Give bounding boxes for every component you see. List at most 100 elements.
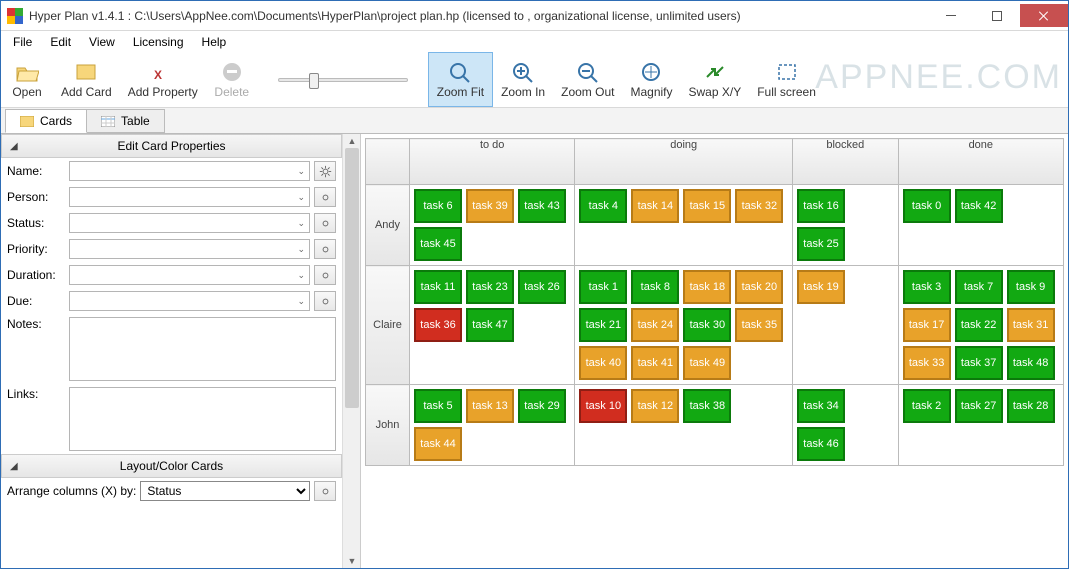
task-card[interactable]: task 3 — [903, 270, 951, 304]
task-card[interactable]: task 24 — [631, 308, 679, 342]
minimize-button[interactable] — [928, 4, 974, 27]
task-card[interactable]: task 29 — [518, 389, 566, 423]
task-card[interactable]: task 14 — [631, 189, 679, 223]
tab-table[interactable]: Table — [86, 109, 165, 133]
task-card[interactable]: task 25 — [797, 227, 845, 261]
task-card[interactable]: task 37 — [955, 346, 1003, 380]
task-card[interactable]: task 44 — [414, 427, 462, 461]
board-cell[interactable]: task 2task 27task 28 — [898, 385, 1063, 466]
task-card[interactable]: task 49 — [683, 346, 731, 380]
task-card[interactable]: task 27 — [955, 389, 1003, 423]
task-card[interactable]: task 20 — [735, 270, 783, 304]
zoom-in-button[interactable]: Zoom In — [493, 52, 553, 107]
board-cell[interactable]: task 3task 7task 9task 17task 22task 31t… — [898, 266, 1063, 385]
task-card[interactable]: task 13 — [466, 389, 514, 423]
column-header[interactable]: to do — [410, 139, 575, 185]
task-card[interactable]: task 31 — [1007, 308, 1055, 342]
scroll-down-icon[interactable]: ▼ — [343, 554, 361, 568]
task-card[interactable]: task 8 — [631, 270, 679, 304]
task-card[interactable]: task 21 — [579, 308, 627, 342]
status-combo[interactable]: ⌄ — [69, 213, 310, 233]
task-card[interactable]: task 1 — [579, 270, 627, 304]
zoom-fit-button[interactable]: Zoom Fit — [428, 52, 493, 107]
task-card[interactable]: task 47 — [466, 308, 514, 342]
task-card[interactable]: task 22 — [955, 308, 1003, 342]
status-settings[interactable] — [314, 213, 336, 233]
task-card[interactable]: task 45 — [414, 227, 462, 261]
arrange-columns-select[interactable]: Status — [140, 481, 310, 501]
task-card[interactable]: task 10 — [579, 389, 627, 423]
edit-card-header[interactable]: ◢ Edit Card Properties — [1, 134, 342, 158]
task-card[interactable]: task 7 — [955, 270, 1003, 304]
task-card[interactable]: task 0 — [903, 189, 951, 223]
task-card[interactable]: task 48 — [1007, 346, 1055, 380]
add-card-button[interactable]: Add Card — [53, 52, 120, 107]
links-field[interactable] — [69, 387, 336, 451]
zoom-out-button[interactable]: Zoom Out — [553, 52, 622, 107]
task-card[interactable]: task 12 — [631, 389, 679, 423]
close-button[interactable] — [1020, 4, 1068, 27]
task-card[interactable]: task 34 — [797, 389, 845, 423]
task-card[interactable]: task 46 — [797, 427, 845, 461]
menu-help[interactable]: Help — [194, 33, 235, 51]
board-cell[interactable]: task 4task 14task 15task 32 — [575, 185, 793, 266]
task-card[interactable]: task 19 — [797, 270, 845, 304]
column-header[interactable]: blocked — [793, 139, 899, 185]
task-card[interactable]: task 4 — [579, 189, 627, 223]
board-cell[interactable]: task 19 — [793, 266, 899, 385]
swap-xy-button[interactable]: Swap X/Y — [681, 52, 750, 107]
due-combo[interactable]: ⌄ — [69, 291, 310, 311]
duration-settings[interactable] — [314, 265, 336, 285]
scroll-thumb[interactable] — [345, 148, 359, 408]
duration-combo[interactable]: ⌄ — [69, 265, 310, 285]
row-header[interactable]: Claire — [366, 266, 410, 385]
task-card[interactable]: task 11 — [414, 270, 462, 304]
side-scrollbar[interactable]: ▲ ▼ — [342, 134, 360, 568]
name-settings[interactable] — [314, 161, 336, 181]
layout-header[interactable]: ◢ Layout/Color Cards — [1, 454, 342, 478]
magnify-button[interactable]: Magnify — [622, 52, 680, 107]
person-combo[interactable]: ⌄ — [69, 187, 310, 207]
task-card[interactable]: task 5 — [414, 389, 462, 423]
tab-cards[interactable]: Cards — [5, 109, 87, 133]
menu-edit[interactable]: Edit — [42, 33, 79, 51]
open-button[interactable]: Open — [1, 52, 53, 107]
task-card[interactable]: task 40 — [579, 346, 627, 380]
task-card[interactable]: task 41 — [631, 346, 679, 380]
row-header[interactable]: John — [366, 385, 410, 466]
board-cell[interactable]: task 6task 39task 43 task 45 — [410, 185, 575, 266]
column-header[interactable]: doing — [575, 139, 793, 185]
task-card[interactable]: task 43 — [518, 189, 566, 223]
task-card[interactable]: task 35 — [735, 308, 783, 342]
task-card[interactable]: task 30 — [683, 308, 731, 342]
task-card[interactable]: task 16 — [797, 189, 845, 223]
task-card[interactable]: task 39 — [466, 189, 514, 223]
task-card[interactable]: task 33 — [903, 346, 951, 380]
person-settings[interactable] — [314, 187, 336, 207]
row-header[interactable]: Andy — [366, 185, 410, 266]
board-cell[interactable]: task 34 task 46 — [793, 385, 899, 466]
board-cell[interactable]: task 1task 8task 18task 20 task 21task 24… — [575, 266, 793, 385]
arrange-columns-settings[interactable] — [314, 481, 336, 501]
task-card[interactable]: task 42 — [955, 189, 1003, 223]
board-cell[interactable]: task 16 task 25 — [793, 185, 899, 266]
task-card[interactable]: task 2 — [903, 389, 951, 423]
menu-view[interactable]: View — [81, 33, 123, 51]
task-card[interactable]: task 23 — [466, 270, 514, 304]
task-card[interactable]: task 18 — [683, 270, 731, 304]
notes-field[interactable] — [69, 317, 336, 381]
due-settings[interactable] — [314, 291, 336, 311]
board-cell[interactable]: task 5task 13task 29 task 44 — [410, 385, 575, 466]
menu-file[interactable]: File — [5, 33, 40, 51]
add-property-button[interactable]: X Add Property — [120, 52, 206, 107]
column-header[interactable]: done — [898, 139, 1063, 185]
scroll-up-icon[interactable]: ▲ — [343, 134, 361, 148]
board-cell[interactable]: task 0task 42 — [898, 185, 1063, 266]
priority-settings[interactable] — [314, 239, 336, 259]
menu-licensing[interactable]: Licensing — [125, 33, 192, 51]
task-card[interactable]: task 32 — [735, 189, 783, 223]
task-card[interactable]: task 6 — [414, 189, 462, 223]
board-cell[interactable]: task 10task 12task 38 — [575, 385, 793, 466]
task-card[interactable]: task 9 — [1007, 270, 1055, 304]
task-card[interactable]: task 26 — [518, 270, 566, 304]
